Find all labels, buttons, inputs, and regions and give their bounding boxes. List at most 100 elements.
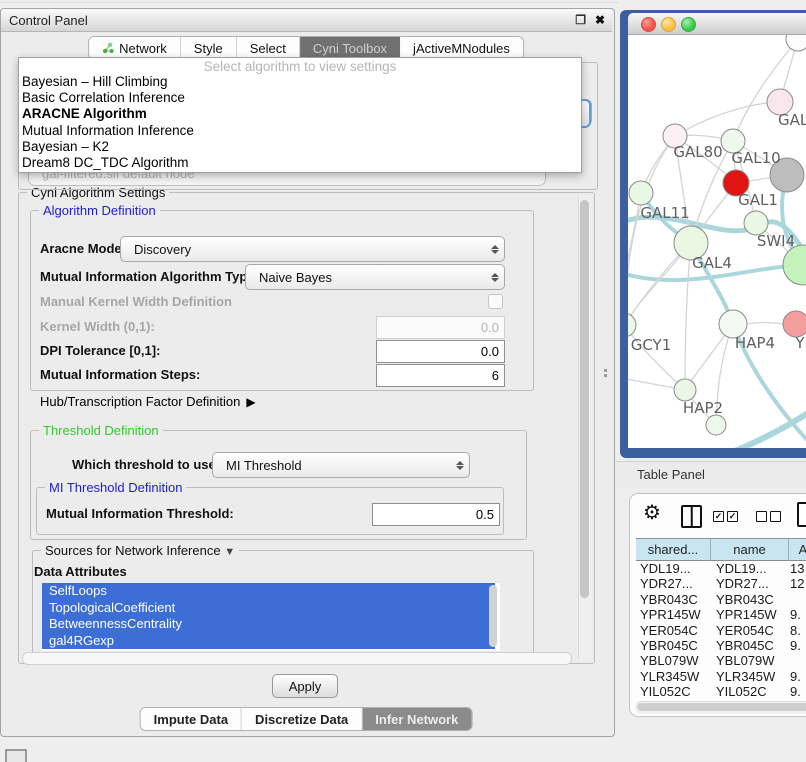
attribute-list-item[interactable]: SelfLoops bbox=[42, 583, 495, 600]
kernel-width-field[interactable]: 0.0 bbox=[376, 316, 505, 339]
column-header-partial[interactable]: A bbox=[789, 538, 806, 561]
attribute-list-item[interactable]: TopologicalCoefficient bbox=[42, 600, 495, 617]
aracne-mode-label: Aracne Mode: bbox=[40, 241, 126, 256]
hub-definition-toggle[interactable]: Hub/Transcription Factor Definition▶ bbox=[40, 394, 256, 409]
node-label: GAL4 bbox=[692, 254, 732, 272]
dpi-tolerance-field[interactable]: 0.0 bbox=[376, 340, 505, 363]
aracne-mode-combobox[interactable]: Discovery bbox=[120, 236, 505, 262]
tab-label: Cyni Toolbox bbox=[313, 41, 387, 56]
which-threshold-label: Which threshold to use: bbox=[72, 457, 220, 472]
algorithm-option[interactable]: Dream8 DC_TDC Algorithm bbox=[19, 155, 581, 171]
network-canvas[interactable]: GALGAL80GAL10GAL1GAL11SWI4GAL4GCY1HAP4YH… bbox=[628, 35, 806, 448]
deselect-all-checkbox-icon[interactable] bbox=[770, 511, 781, 522]
manual-kernel-checkbox[interactable] bbox=[488, 294, 503, 309]
column-layout-icon[interactable] bbox=[681, 505, 702, 528]
mi-threshold-label: Mutual Information Threshold: bbox=[46, 506, 234, 521]
control-panel-titlebar[interactable]: Control Panel ❐ ✖ bbox=[1, 9, 612, 32]
cell-name: YDL19... bbox=[716, 561, 767, 576]
table-row[interactable]: YBR043C YBR043C bbox=[630, 592, 806, 607]
table-row[interactable]: YBR045C YBR045C 9. bbox=[630, 638, 806, 653]
cell-shared-name: YDL19... bbox=[640, 561, 691, 576]
algorithm-definition-title: Algorithm Definition bbox=[39, 203, 160, 218]
cyni-mode-tab[interactable]: Discretize Data bbox=[242, 708, 362, 730]
which-threshold-combobox[interactable]: MI Threshold bbox=[212, 452, 470, 478]
sources-group-title[interactable]: Sources for Network Inference ▼ bbox=[41, 543, 239, 558]
window-top-edge bbox=[0, 2, 618, 3]
select-all-checkbox-icon[interactable]: ✓ bbox=[713, 511, 724, 522]
column-header-name[interactable]: name bbox=[711, 538, 789, 561]
network-node[interactable] bbox=[783, 245, 806, 285]
network-node[interactable] bbox=[629, 181, 653, 205]
deselect-all-checkbox-icon[interactable] bbox=[756, 511, 767, 522]
mi-threshold-field[interactable]: 0.5 bbox=[372, 503, 500, 526]
control-panel-tab[interactable]: Style bbox=[181, 37, 237, 59]
network-node[interactable] bbox=[674, 379, 696, 401]
cell-name: YBR045C bbox=[716, 638, 774, 653]
algorithm-option[interactable]: Bayesian – K2 bbox=[19, 139, 581, 155]
table-row[interactable]: YDR27... YDR27... 12 bbox=[630, 576, 806, 591]
close-traffic-light-icon[interactable] bbox=[641, 17, 656, 32]
network-edge[interactable] bbox=[747, 323, 783, 325]
table-horizontal-scrollbar-thumb[interactable] bbox=[637, 703, 806, 711]
mi-type-label: Mutual Information Algorithm Type: bbox=[40, 269, 259, 284]
mi-steps-field[interactable]: 6 bbox=[376, 364, 505, 387]
node-label: SWI4 bbox=[757, 232, 795, 250]
split-pane-gripper[interactable] bbox=[604, 369, 609, 378]
select-all-checkbox-icon[interactable]: ✓ bbox=[727, 511, 738, 522]
network-graph[interactable]: GALGAL80GAL10GAL1GAL11SWI4GAL4GCY1HAP4YH… bbox=[628, 35, 806, 448]
control-panel-tab[interactable]: jActiveMNodules bbox=[400, 37, 523, 59]
settings-horizontal-scrollbar[interactable] bbox=[22, 652, 572, 665]
cyni-mode-tab[interactable]: Impute Data bbox=[141, 708, 242, 730]
table-row[interactable]: YIL052C YIL052C 9. bbox=[630, 684, 806, 699]
minimized-window-icon[interactable] bbox=[5, 749, 27, 762]
network-node[interactable] bbox=[628, 313, 636, 337]
table-settings-gear-icon[interactable]: ⚙ bbox=[643, 503, 661, 523]
settings-scrollbar-thumb[interactable] bbox=[580, 200, 589, 598]
algorithm-option[interactable]: Bayesian – Hill Climbing bbox=[19, 74, 581, 90]
network-edge[interactable] bbox=[628, 136, 675, 325]
control-panel-tab[interactable]: Select bbox=[237, 37, 300, 59]
close-icon[interactable]: ✖ bbox=[595, 13, 605, 27]
algorithm-option[interactable]: Mutual Information Inference bbox=[19, 123, 581, 139]
cell-shared-name: YBL079W bbox=[640, 653, 699, 668]
mi-type-combobox[interactable]: Naive Bayes bbox=[245, 264, 505, 290]
aracne-mode-value: Discovery bbox=[121, 242, 486, 257]
attributes-list-scrollbar-thumb[interactable] bbox=[489, 585, 497, 647]
zoom-traffic-light-icon[interactable] bbox=[681, 17, 696, 32]
attribute-list-item[interactable]: BetweennessCentrality bbox=[42, 616, 495, 633]
cell-value: 9. bbox=[790, 638, 801, 653]
control-panel-title: Control Panel bbox=[9, 13, 88, 28]
tab-label: Select bbox=[250, 41, 286, 56]
cyni-mode-tab[interactable]: Infer Network bbox=[362, 708, 471, 730]
table-panel-titlebar[interactable]: Table Panel bbox=[616, 461, 806, 488]
network-node[interactable] bbox=[706, 415, 726, 435]
network-node[interactable] bbox=[786, 35, 806, 51]
export-table-icon[interactable] bbox=[797, 502, 806, 527]
network-edge[interactable] bbox=[628, 325, 685, 390]
tab-label: jActiveMNodules bbox=[413, 41, 510, 56]
control-panel-tab[interactable]: Cyni Toolbox bbox=[300, 37, 400, 59]
tab-label: Discretize Data bbox=[255, 712, 348, 727]
attribute-list-item[interactable]: gal4RGexp bbox=[42, 633, 495, 650]
table-row[interactable]: YLR345W YLR345W 9. bbox=[630, 669, 806, 684]
cell-value: 13 bbox=[790, 561, 804, 576]
algorithm-option[interactable]: Basic Correlation Inference bbox=[19, 90, 581, 106]
node-table-body: YDL19... YDL19... 13 YDR27... YDR27... 1… bbox=[630, 561, 806, 700]
collapsed-arrow-icon: ▶ bbox=[246, 395, 255, 409]
algorithm-option[interactable]: ARACNE Algorithm bbox=[19, 106, 581, 122]
float-window-icon[interactable]: ❐ bbox=[575, 13, 586, 27]
tab-label: Impute Data bbox=[154, 712, 228, 727]
combobox-arrows-icon bbox=[486, 273, 504, 282]
table-row[interactable]: YDL19... YDL19... 13 bbox=[630, 561, 806, 576]
column-header-shared-name[interactable]: shared... bbox=[636, 538, 711, 561]
node-label: GCY1 bbox=[631, 336, 672, 354]
data-attributes-list[interactable]: SelfLoops TopologicalCoefficient Between… bbox=[42, 583, 500, 651]
network-edge[interactable] bbox=[685, 243, 691, 390]
network-tab-icon bbox=[102, 42, 114, 54]
table-row[interactable]: YBL079W YBL079W bbox=[630, 653, 806, 668]
apply-button[interactable]: Apply bbox=[272, 674, 338, 698]
table-row[interactable]: YER054C YER054C 8. bbox=[630, 623, 806, 638]
control-panel-tab[interactable]: Network bbox=[89, 37, 181, 59]
minimize-traffic-light-icon[interactable] bbox=[661, 17, 676, 32]
table-row[interactable]: YPR145W YPR145W 9. bbox=[630, 607, 806, 622]
